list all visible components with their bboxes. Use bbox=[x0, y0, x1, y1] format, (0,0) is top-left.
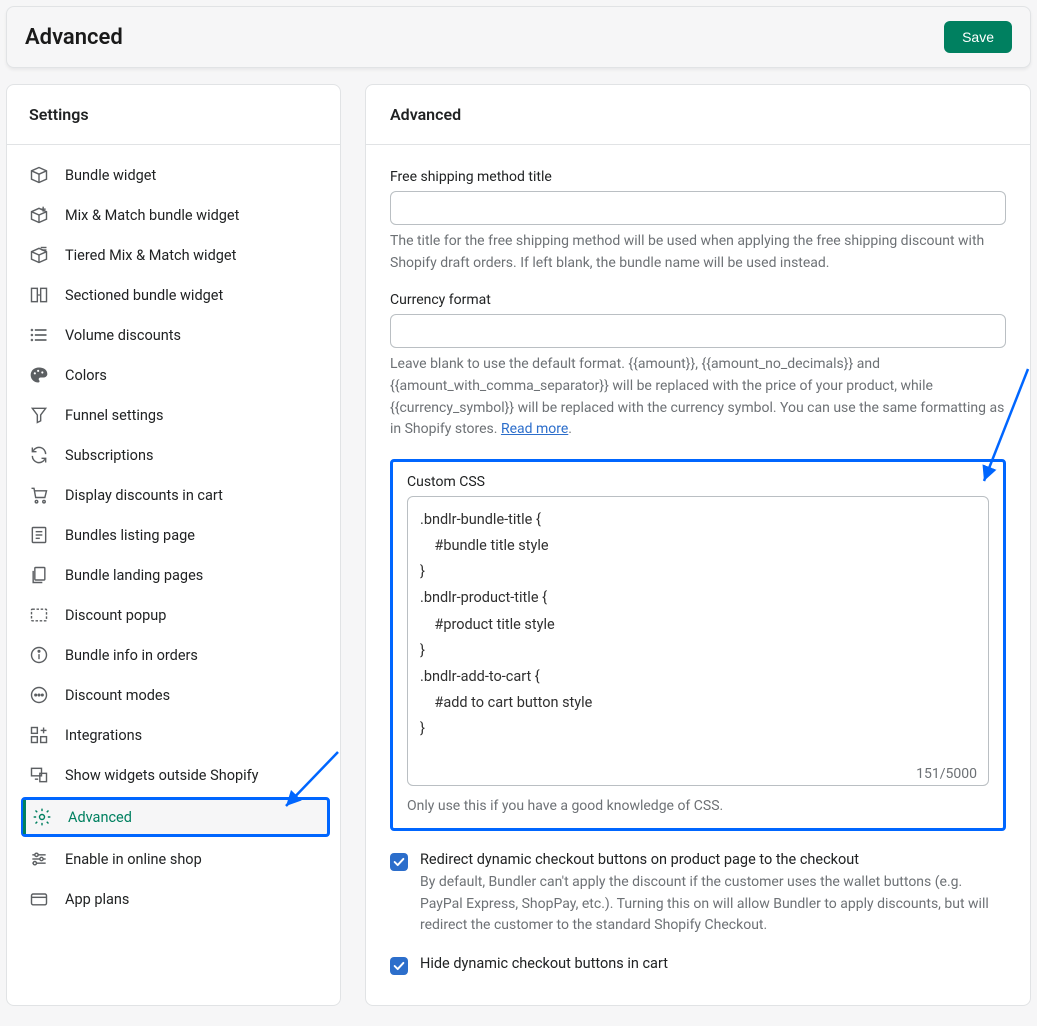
refresh-icon bbox=[29, 445, 49, 465]
redirect-checkout-label: Redirect dynamic checkout buttons on pro… bbox=[420, 851, 1006, 868]
sidebar-item-label: Display discounts in cart bbox=[65, 487, 223, 504]
sidebar-item-colors[interactable]: Colors bbox=[7, 355, 340, 395]
sidebar-item-discount-popup[interactable]: Discount popup bbox=[7, 595, 340, 635]
document-icon bbox=[29, 525, 49, 545]
currency-format-label: Currency format bbox=[390, 292, 1006, 308]
custom-css-help: Only use this if you have a good knowled… bbox=[407, 796, 989, 818]
sidebar-item-advanced[interactable]: Advanced bbox=[21, 797, 330, 837]
custom-css-group: Custom CSS 151/5000 Only use this if you… bbox=[390, 459, 1006, 831]
sidebar-item-label: Tiered Mix & Match widget bbox=[65, 247, 236, 264]
page-header: Advanced Save bbox=[6, 6, 1031, 68]
dashed-box-icon bbox=[29, 605, 49, 625]
sidebar-item-label: Enable in online shop bbox=[65, 851, 202, 868]
page-title: Advanced bbox=[25, 25, 123, 50]
settings-sidebar: Settings Bundle widget Mix & Match bundle… bbox=[6, 84, 341, 1006]
grid-add-icon bbox=[29, 725, 49, 745]
documents-icon bbox=[29, 565, 49, 585]
palette-icon bbox=[29, 365, 49, 385]
sidebar-item-label: Volume discounts bbox=[65, 327, 181, 344]
currency-format-group: Currency format Leave blank to use the d… bbox=[390, 292, 1006, 441]
sidebar-item-label: Sectioned bundle widget bbox=[65, 287, 223, 304]
save-button[interactable]: Save bbox=[944, 21, 1012, 53]
check-icon bbox=[392, 959, 406, 973]
sidebar-item-label: Bundle widget bbox=[65, 167, 156, 184]
custom-css-textarea[interactable] bbox=[407, 496, 989, 786]
free-shipping-group: Free shipping method title The title for… bbox=[390, 169, 1006, 274]
free-shipping-input[interactable] bbox=[390, 191, 1006, 225]
sidebar-item-subscriptions[interactable]: Subscriptions bbox=[7, 435, 340, 475]
check-icon bbox=[392, 855, 406, 869]
sidebar-item-label: Discount popup bbox=[65, 607, 166, 624]
sidebar-item-label: Funnel settings bbox=[65, 407, 164, 424]
sliders-icon bbox=[29, 849, 49, 869]
sidebar-item-bundle-widget[interactable]: Bundle widget bbox=[7, 155, 340, 195]
char-count: 151/5000 bbox=[916, 766, 977, 782]
currency-format-input[interactable] bbox=[390, 314, 1006, 348]
sidebar-item-app-plans[interactable]: App plans bbox=[7, 879, 340, 919]
sidebar-item-label: Bundles listing page bbox=[65, 527, 195, 544]
sidebar-item-label: Mix & Match bundle widget bbox=[65, 207, 239, 224]
cart-icon bbox=[29, 485, 49, 505]
split-icon bbox=[29, 285, 49, 305]
gear-icon bbox=[32, 807, 52, 827]
sidebar-item-bundles-listing-page[interactable]: Bundles listing page bbox=[7, 515, 340, 555]
sidebar-item-integrations[interactable]: Integrations bbox=[7, 715, 340, 755]
sidebar-item-tiered-mix-match-widget[interactable]: Tiered Mix & Match widget bbox=[7, 235, 340, 275]
funnel-icon bbox=[29, 405, 49, 425]
sidebar-item-label: Advanced bbox=[68, 809, 132, 826]
list-icon bbox=[29, 325, 49, 345]
box-icon bbox=[29, 165, 49, 185]
sidebar-title: Settings bbox=[7, 85, 340, 145]
sidebar-item-sectioned-bundle-widget[interactable]: Sectioned bundle widget bbox=[7, 275, 340, 315]
card-icon bbox=[29, 889, 49, 909]
sidebar-item-enable-in-online-shop[interactable]: Enable in online shop bbox=[7, 839, 340, 879]
sidebar-item-label: App plans bbox=[65, 891, 129, 908]
hide-checkout-label: Hide dynamic checkout buttons in cart bbox=[420, 955, 1006, 972]
sidebar-item-label: Integrations bbox=[65, 727, 142, 744]
redirect-checkout-help: By default, Bundler can't apply the disc… bbox=[420, 872, 1006, 937]
dots-icon bbox=[29, 685, 49, 705]
sidebar-item-volume-discounts[interactable]: Volume discounts bbox=[7, 315, 340, 355]
sidebar-item-bundle-info-in-orders[interactable]: Bundle info in orders bbox=[7, 635, 340, 675]
free-shipping-label: Free shipping method title bbox=[390, 169, 1006, 185]
currency-format-help: Leave blank to use the default format. {… bbox=[390, 354, 1006, 441]
hide-checkout-row: Hide dynamic checkout buttons in cart bbox=[390, 955, 1006, 975]
sidebar-item-show-widgets-outside-shopify[interactable]: Show widgets outside Shopify bbox=[7, 755, 340, 795]
main-title: Advanced bbox=[366, 85, 1030, 145]
redirect-checkout-checkbox[interactable] bbox=[390, 853, 408, 871]
read-more-link[interactable]: Read more bbox=[501, 421, 568, 437]
sidebar-item-display-discounts-in-cart[interactable]: Display discounts in cart bbox=[7, 475, 340, 515]
sidebar-item-label: Bundle landing pages bbox=[65, 567, 203, 584]
redirect-checkout-row: Redirect dynamic checkout buttons on pro… bbox=[390, 851, 1006, 937]
sidebar-item-bundle-landing-pages[interactable]: Bundle landing pages bbox=[7, 555, 340, 595]
main-panel: Advanced Free shipping method title The … bbox=[365, 84, 1031, 1006]
box-tier-icon bbox=[29, 245, 49, 265]
info-icon bbox=[29, 645, 49, 665]
sidebar-item-label: Show widgets outside Shopify bbox=[65, 767, 259, 784]
sidebar-item-label: Colors bbox=[65, 367, 107, 384]
sidebar-item-label: Subscriptions bbox=[65, 447, 153, 464]
devices-icon bbox=[29, 765, 49, 785]
box-plus-icon bbox=[29, 205, 49, 225]
free-shipping-help: The title for the free shipping method w… bbox=[390, 231, 1006, 274]
sidebar-item-mix-match-bundle-widget[interactable]: Mix & Match bundle widget bbox=[7, 195, 340, 235]
sidebar-item-discount-modes[interactable]: Discount modes bbox=[7, 675, 340, 715]
sidebar-item-label: Discount modes bbox=[65, 687, 170, 704]
custom-css-label: Custom CSS bbox=[407, 474, 989, 490]
sidebar-item-funnel-settings[interactable]: Funnel settings bbox=[7, 395, 340, 435]
hide-checkout-checkbox[interactable] bbox=[390, 957, 408, 975]
sidebar-item-label: Bundle info in orders bbox=[65, 647, 198, 664]
